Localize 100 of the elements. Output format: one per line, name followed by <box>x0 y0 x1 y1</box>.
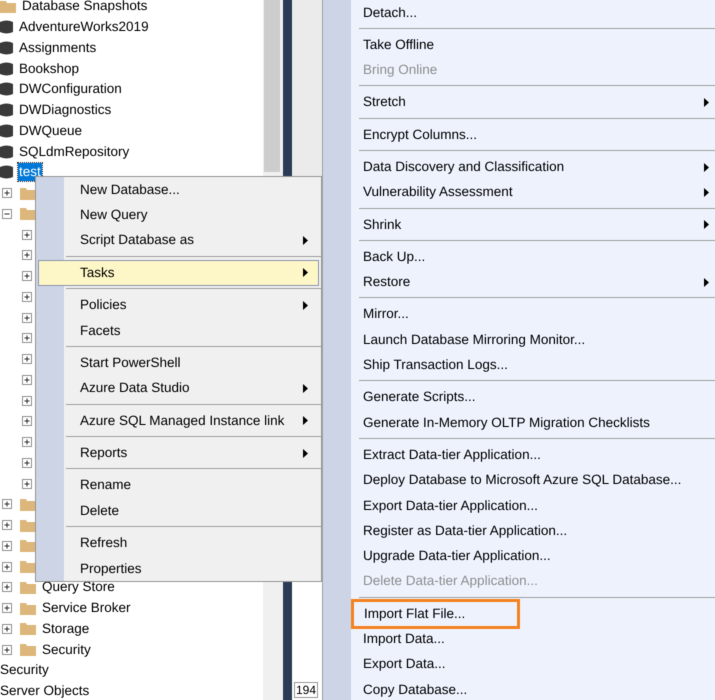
tree-node-label[interactable]: Database Snapshots <box>21 0 148 16</box>
folder-icon <box>20 643 36 656</box>
tree-node-label[interactable]: AdventureWorks2019 <box>18 18 150 36</box>
expand-toggle[interactable] <box>22 230 32 240</box>
submenu-item[interactable]: Extract Data-tier Application... <box>323 442 715 468</box>
tree-node-label[interactable]: Storage <box>41 620 90 638</box>
submenu-item[interactable]: Import Flat File... <box>323 601 715 627</box>
expand-toggle[interactable] <box>22 458 32 468</box>
tree-node-label[interactable]: Bookshop <box>18 60 80 78</box>
context-menu-item[interactable]: Policies <box>38 292 319 318</box>
submenu-item[interactable]: Vulnerability Assessment <box>323 180 715 206</box>
line-number: 194 <box>294 682 318 698</box>
expand-toggle[interactable] <box>22 292 32 302</box>
expand-toggle[interactable] <box>22 396 32 406</box>
collapse-toggle[interactable] <box>2 208 12 219</box>
submenu-item[interactable]: Register as Data-tier Application... <box>323 518 715 544</box>
context-menu-item[interactable]: Rename <box>38 472 319 498</box>
folder-icon <box>20 560 36 574</box>
submenu-item[interactable]: Export Data-tier Application... <box>323 493 715 518</box>
context-menu-item[interactable]: Azure SQL Managed Instance link <box>38 408 319 434</box>
tree-node-label[interactable]: Security <box>41 640 92 659</box>
submenu-item[interactable]: Take Offline <box>323 32 715 58</box>
expand-toggle[interactable] <box>2 562 12 572</box>
database-icon <box>0 144 13 160</box>
folder-icon <box>20 498 36 511</box>
submenu-item[interactable]: Generate Scripts... <box>323 384 715 410</box>
context-menu-item[interactable]: Reports <box>38 440 319 466</box>
submenu-item[interactable]: Mirror... <box>323 302 715 328</box>
submenu-arrow-icon <box>303 384 308 393</box>
expand-toggle[interactable] <box>2 499 12 510</box>
submenu-item[interactable]: Back Up... <box>323 244 715 270</box>
submenu-arrow-icon <box>303 268 308 278</box>
context-menu-item[interactable]: Script Database as <box>38 228 319 254</box>
highlight-frame: Import Flat File... <box>351 598 520 630</box>
expand-toggle[interactable] <box>22 271 32 282</box>
context-menu-item[interactable]: Delete <box>38 498 319 524</box>
database-icon <box>0 122 13 139</box>
submenu-item[interactable]: Encrypt Columns... <box>323 122 715 148</box>
context-menu-item[interactable]: Start PowerShell <box>38 350 319 376</box>
submenu-item[interactable]: Restore <box>323 270 715 295</box>
submenu-arrow-icon <box>303 416 308 426</box>
submenu-arrow-icon <box>303 300 308 310</box>
submenu-arrow-icon <box>704 98 709 108</box>
expand-toggle[interactable] <box>22 374 32 385</box>
expand-toggle[interactable] <box>22 312 32 323</box>
context-menu-item[interactable]: Tasks <box>38 260 319 286</box>
expand-toggle[interactable] <box>2 188 12 198</box>
submenu-item[interactable]: Launch Database Mirroring Monitor... <box>323 327 715 353</box>
tree-node-label[interactable]: Assignments <box>18 38 98 57</box>
expand-toggle[interactable] <box>2 603 12 614</box>
expand-toggle[interactable] <box>22 437 32 448</box>
expand-toggle[interactable] <box>22 416 32 426</box>
submenu-item[interactable]: Deploy Database to Microsoft Azure SQL Database... <box>323 468 715 494</box>
tree-node-label[interactable]: Service Broker <box>41 599 132 618</box>
submenu-item[interactable]: Export Data... <box>323 652 715 678</box>
tree-node-label[interactable]: DWDiagnostics <box>18 101 112 120</box>
folder-icon <box>20 518 36 532</box>
submenu-item[interactable]: Shrink <box>323 212 715 238</box>
context-menu-item[interactable]: Azure Data Studio <box>38 376 319 402</box>
context-menu-item[interactable]: Facets <box>38 318 319 344</box>
tree-node-label[interactable]: DWConfiguration <box>18 80 123 98</box>
database-icon <box>0 19 13 36</box>
folder-icon <box>20 207 36 220</box>
expand-toggle[interactable] <box>2 624 12 634</box>
expand-toggle[interactable] <box>2 644 12 655</box>
submenu-item[interactable]: Import Data... <box>323 626 715 652</box>
submenu-item[interactable]: Copy Database... <box>323 677 715 700</box>
folder-icon <box>20 539 36 552</box>
tree-node-label[interactable]: test <box>18 163 42 182</box>
expand-toggle[interactable] <box>22 333 32 344</box>
tree-node-label[interactable]: DWQueue <box>18 122 84 140</box>
expand-toggle[interactable] <box>2 540 12 551</box>
submenu-arrow-icon <box>303 448 308 458</box>
tree-node-label[interactable]: Security <box>0 660 49 680</box>
submenu-arrow-icon <box>704 162 709 172</box>
context-menu-item[interactable]: Refresh <box>38 530 319 556</box>
expand-toggle[interactable] <box>2 520 12 530</box>
submenu-arrow-icon <box>704 188 709 197</box>
submenu-arrow-icon <box>303 236 308 245</box>
expand-toggle[interactable] <box>22 354 32 364</box>
tree-node-label[interactable]: SQLdmRepository <box>18 142 130 161</box>
expand-toggle[interactable] <box>22 250 32 260</box>
folder-icon <box>20 602 36 615</box>
submenu-arrow-icon <box>704 220 709 230</box>
submenu-item[interactable]: Data Discovery and Classification <box>323 154 715 180</box>
database-icon <box>0 102 13 118</box>
submenu-item[interactable]: Detach... <box>323 0 715 26</box>
database-icon <box>0 81 13 98</box>
submenu-item[interactable]: Stretch <box>323 90 715 116</box>
submenu-item[interactable]: Generate In-Memory OLTP Migration Checklists <box>323 410 715 436</box>
database-icon <box>0 40 13 56</box>
submenu-item[interactable]: Ship Transaction Logs... <box>323 352 715 378</box>
submenu-arrow-icon <box>704 278 709 287</box>
tree-node-label[interactable]: Server Objects <box>0 681 90 700</box>
submenu-item[interactable]: Upgrade Data-tier Application... <box>323 544 715 569</box>
expand-toggle[interactable] <box>22 478 32 489</box>
database-icon <box>0 60 13 77</box>
expand-toggle[interactable] <box>2 582 12 592</box>
folder-icon <box>20 622 36 636</box>
context-menu-item[interactable]: New Query <box>38 202 319 228</box>
